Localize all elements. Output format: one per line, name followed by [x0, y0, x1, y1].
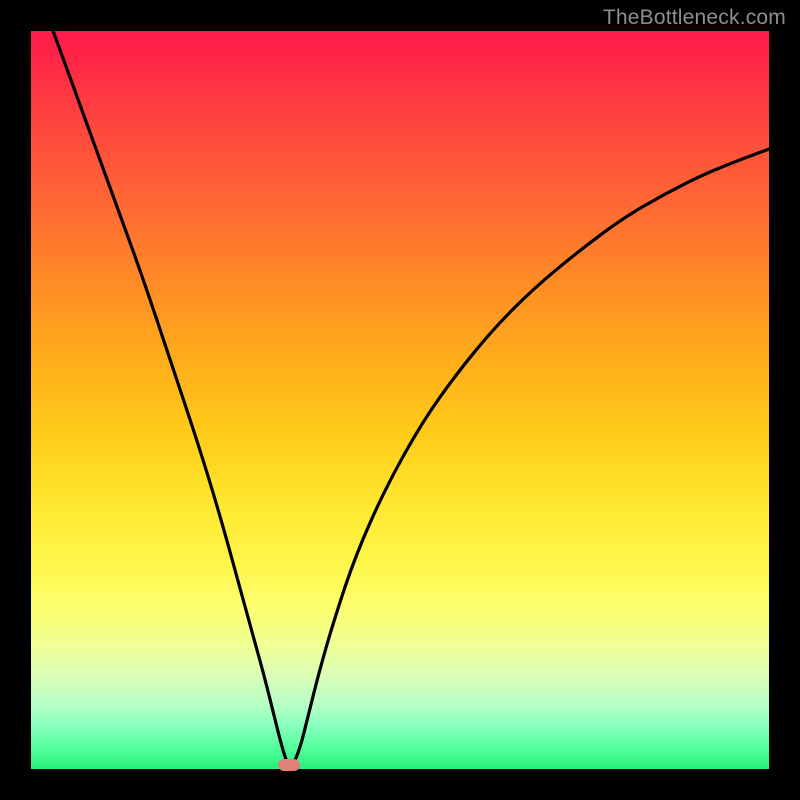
chart-plot-area: [31, 31, 769, 769]
curve-svg: [31, 31, 769, 769]
bottleneck-curve-path: [53, 31, 769, 765]
minimum-marker: [278, 759, 300, 771]
watermark-text: TheBottleneck.com: [603, 6, 786, 30]
